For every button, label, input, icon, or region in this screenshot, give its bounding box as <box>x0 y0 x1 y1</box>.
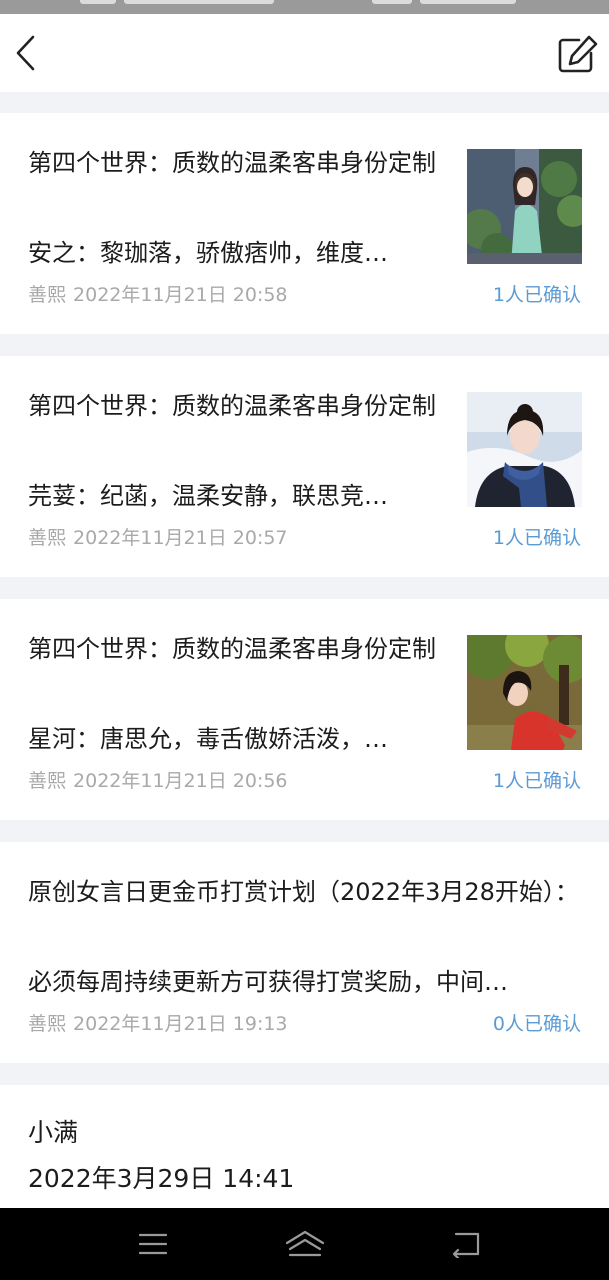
post-thumbnail[interactable] <box>467 635 582 750</box>
post-author: 善熙 <box>28 1013 67 1035</box>
post-author: 善熙 <box>28 284 67 306</box>
home-button[interactable] <box>283 1226 327 1262</box>
top-bar <box>0 14 609 92</box>
post-snippet: 芫荽：纪菡，温柔安静，联思竞… <box>28 482 388 510</box>
post-author: 善熙 <box>28 770 67 792</box>
confirm-count-link[interactable]: 1人已确认 <box>493 283 581 307</box>
post-snippet: 必须每周持续更新方可获得打赏奖励，中间… <box>28 968 508 996</box>
post-card[interactable]: 小满 2022年3月29日 14:41 <box>0 1085 609 1215</box>
post-card[interactable]: 第四个世界：质数的温柔客串身份定制 安之：黎珈落，骄傲痞帅，维度… 善熙 2022… <box>0 113 609 334</box>
back-button[interactable] <box>6 28 46 78</box>
post-time: 2022年11月21日 19:13 <box>73 1013 288 1035</box>
post-time: 2022年3月29日 14:41 <box>28 1164 295 1193</box>
status-bar <box>0 0 609 14</box>
post-title: 第四个世界：质数的温柔客串身份定制 <box>28 635 436 663</box>
post-author: 善熙 <box>28 527 67 549</box>
post-title: 第四个世界：质数的温柔客串身份定制 <box>28 149 436 177</box>
post-card[interactable]: 第四个世界：质数的温柔客串身份定制 星河：唐思允，毒舌傲娇活泼，… 善熙 2022… <box>0 599 609 820</box>
post-meta: 善熙 2022年11月21日 19:13 <box>28 1012 288 1036</box>
back-arrow-icon <box>452 1232 480 1258</box>
menu-button[interactable] <box>131 1226 175 1262</box>
system-back-button[interactable] <box>443 1226 487 1262</box>
compose-button[interactable] <box>554 32 602 76</box>
confirm-count-link[interactable]: 1人已确认 <box>493 526 581 550</box>
confirm-count-link[interactable]: 0人已确认 <box>493 1012 581 1036</box>
edit-note-icon <box>558 35 598 73</box>
confirm-count-link[interactable]: 1人已确认 <box>493 769 581 793</box>
post-time: 2022年11月21日 20:56 <box>73 770 288 792</box>
post-thumbnail[interactable] <box>467 392 582 507</box>
post-time: 2022年11月21日 20:57 <box>73 527 288 549</box>
post-meta: 善熙 2022年11月21日 20:57 <box>28 526 288 550</box>
post-meta: 善熙 2022年11月21日 20:56 <box>28 769 288 793</box>
post-title: 第四个世界：质数的温柔客串身份定制 <box>28 392 436 420</box>
home-icon <box>285 1230 325 1257</box>
post-meta: 善熙 2022年11月21日 20:58 <box>28 283 288 307</box>
post-time: 2022年11月21日 20:58 <box>73 284 288 306</box>
post-snippet: 安之：黎珈落，骄傲痞帅，维度… <box>28 239 388 267</box>
post-card[interactable]: 原创女言日更金币打赏计划（2022年3月28开始）： 必须每周持续更新方可获得打… <box>0 842 609 1063</box>
post-snippet: 星河：唐思允，毒舌傲娇活泼，… <box>28 725 388 753</box>
menu-icon <box>138 1233 168 1255</box>
post-card[interactable]: 第四个世界：质数的温柔客串身份定制 芫荽：纪菡，温柔安静，联思竞… 善熙 2022… <box>0 356 609 577</box>
post-thumbnail[interactable] <box>467 149 582 264</box>
post-title: 原创女言日更金币打赏计划（2022年3月28开始）： <box>28 878 579 906</box>
system-nav-bar <box>0 1208 609 1280</box>
post-author: 小满 <box>28 1118 79 1147</box>
chevron-left-icon <box>16 35 35 71</box>
screen: 第四个世界：质数的温柔客串身份定制 安之：黎珈落，骄傲痞帅，维度… 善熙 2022… <box>0 0 609 1280</box>
